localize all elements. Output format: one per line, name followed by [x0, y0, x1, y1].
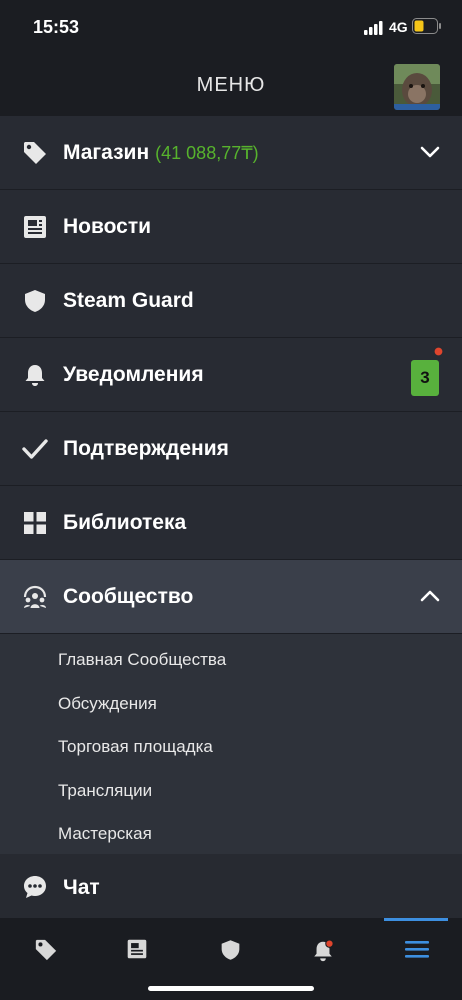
avatar[interactable]	[394, 64, 440, 110]
tab-news[interactable]	[92, 918, 184, 982]
submenu-item-discussions[interactable]: Обсуждения	[0, 682, 462, 726]
page-title: МЕНЮ	[196, 74, 266, 96]
tab-store[interactable]	[0, 918, 92, 982]
menu-item-label: Steam Guard	[63, 289, 194, 312]
bell-icon	[25, 365, 45, 386]
menu-item-label: Библиотека	[63, 511, 187, 534]
shield-icon	[25, 290, 45, 312]
notification-count-badge: 3	[411, 360, 439, 396]
wallet-balance: (41 088,77₸)	[155, 143, 259, 163]
menu-item-chat[interactable]: Чат	[0, 854, 462, 918]
home-indicator[interactable]	[148, 986, 314, 991]
menu-item-label: Подтверждения	[63, 437, 229, 460]
menu-item-library[interactable]: Библиотека	[0, 486, 462, 560]
community-icon	[23, 585, 47, 608]
bell-icon	[314, 939, 334, 962]
header: МЕНЮ	[0, 58, 462, 116]
tag-icon	[24, 142, 46, 164]
menu-item-steam-guard[interactable]: Steam Guard	[0, 264, 462, 338]
network-type: 4G	[389, 19, 408, 35]
news-icon	[24, 216, 46, 238]
checkmark-icon	[22, 439, 48, 459]
side-menu: Магазин (41 088,77₸) Новости Steam Guard …	[0, 116, 462, 862]
menu-icon	[405, 941, 429, 958]
menu-item-label: Сообщество	[63, 585, 194, 608]
menu-item-community[interactable]: Сообщество	[0, 560, 462, 634]
submenu-item-community-home[interactable]: Главная Сообщества	[0, 638, 462, 682]
tab-steam-guard[interactable]	[185, 918, 277, 982]
menu-item-label: Чат	[63, 876, 100, 899]
status-bar: 15:53 4G	[0, 0, 462, 58]
menu-item-news[interactable]: Новости	[0, 190, 462, 264]
menu-item-confirmations[interactable]: Подтверждения	[0, 412, 462, 486]
grid-icon	[24, 512, 46, 534]
signal-icon	[364, 21, 383, 35]
battery-icon	[412, 18, 441, 34]
submenu-item-broadcasts[interactable]: Трансляции	[0, 769, 462, 813]
tab-menu[interactable]	[370, 918, 462, 982]
tag-icon	[35, 939, 57, 961]
submenu-item-market[interactable]: Торговая площадка	[0, 725, 462, 769]
submenu-item-workshop[interactable]: Мастерская	[0, 812, 462, 856]
menu-item-label: Магазин	[63, 141, 150, 164]
chevron-up-icon[interactable]	[418, 586, 442, 606]
menu-item-store[interactable]: Магазин (41 088,77₸)	[0, 116, 462, 190]
shield-icon	[221, 940, 240, 960]
community-submenu: Главная Сообщества Обсуждения Торговая п…	[0, 634, 462, 862]
menu-item-notifications[interactable]: Уведомления 3	[0, 338, 462, 412]
menu-item-label: Уведомления	[63, 363, 204, 386]
status-time: 15:53	[33, 17, 80, 37]
notification-dot	[433, 346, 444, 357]
news-icon	[127, 939, 147, 959]
menu-item-label: Новости	[63, 215, 152, 238]
chat-icon	[24, 876, 46, 898]
tab-notifications[interactable]	[277, 918, 369, 982]
chevron-down-icon[interactable]	[418, 142, 442, 162]
